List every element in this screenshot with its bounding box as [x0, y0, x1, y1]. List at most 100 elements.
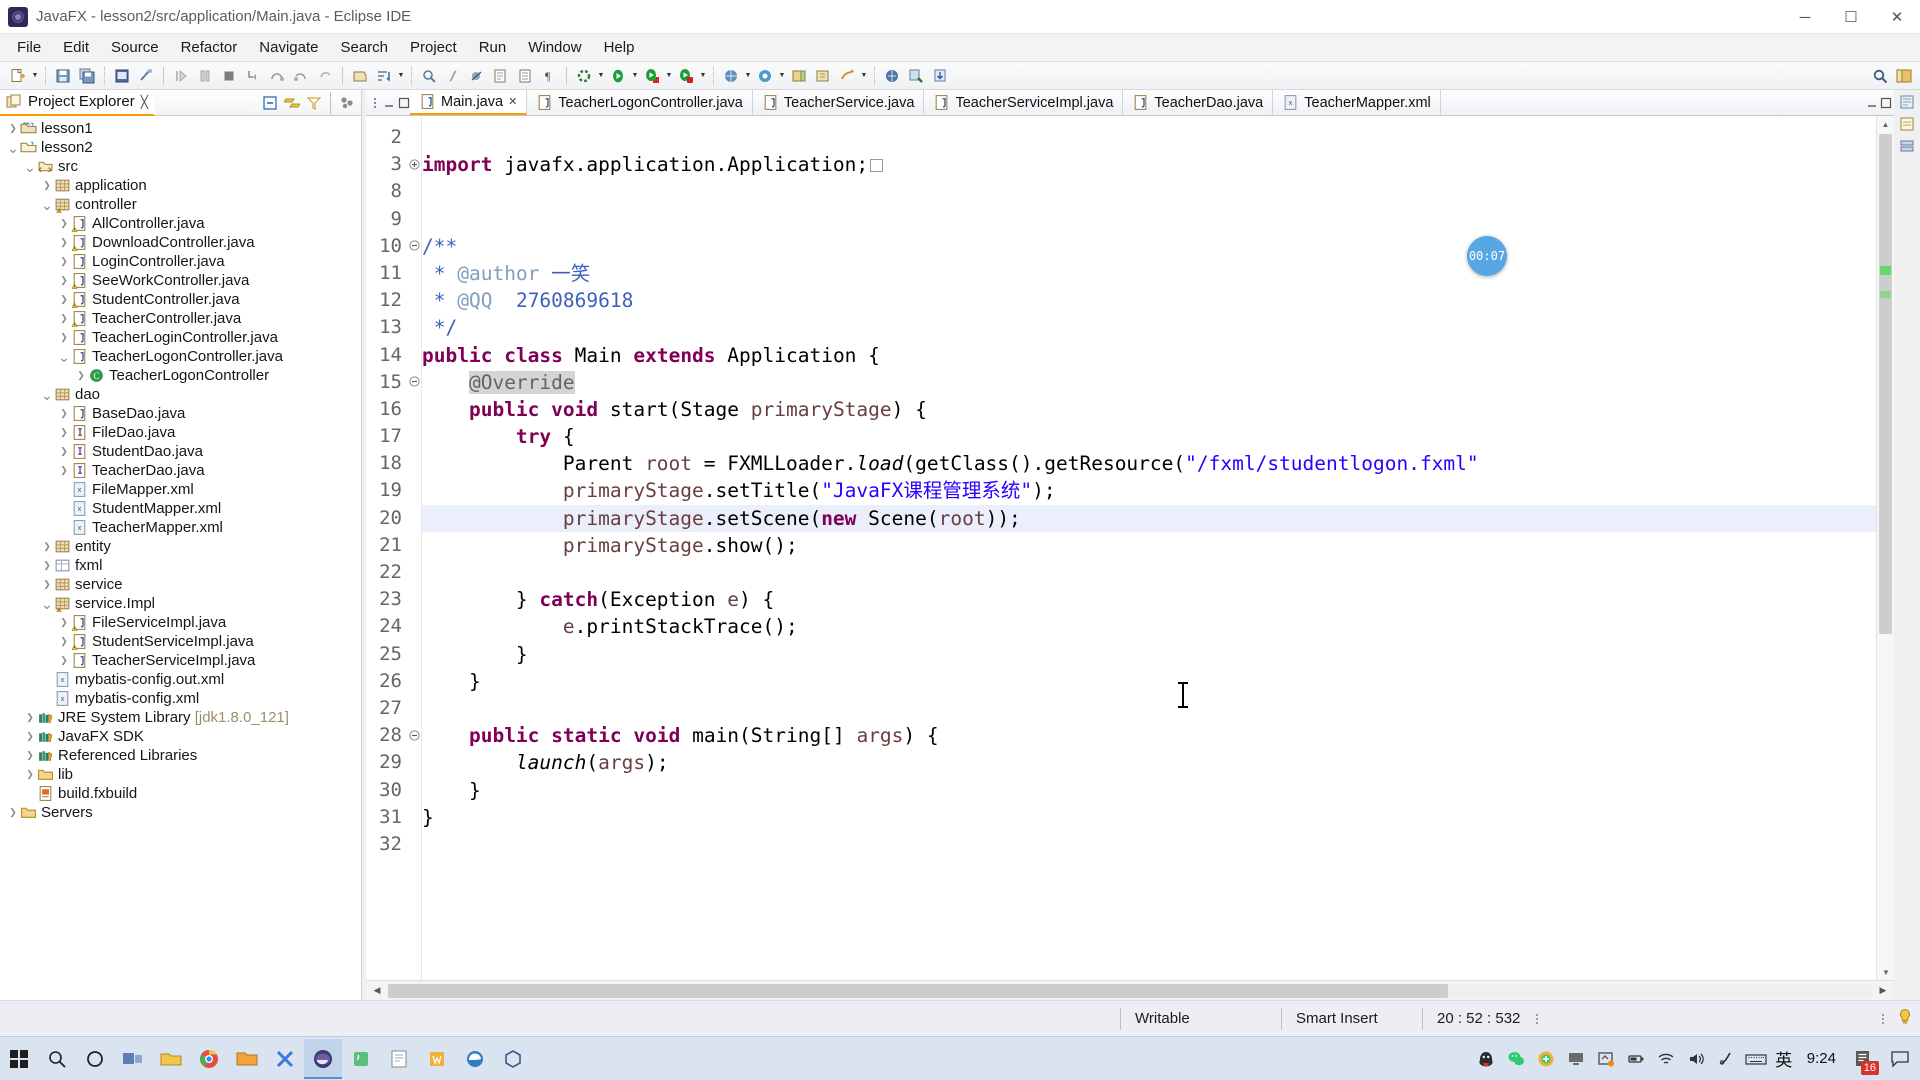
chevron-right-icon[interactable]: ❯ [57, 328, 71, 347]
tree-item[interactable]: ❯ StudentDao.java [0, 442, 361, 461]
search-reference-icon[interactable] [418, 65, 440, 87]
editor-horizontal-scrollbar[interactable]: ◀ ▶ [366, 980, 1894, 1000]
list-icon[interactable] [514, 65, 536, 87]
keyboard-icon[interactable] [1741, 1037, 1771, 1080]
chevron-right-icon[interactable]: ❯ [57, 461, 71, 480]
tree-item[interactable]: ❯ Referenced Libraries [0, 746, 361, 765]
chevron-right-icon[interactable]: ❯ [57, 632, 71, 651]
box-icon[interactable] [494, 1039, 532, 1079]
chevron-down-icon[interactable]: ⌄ [57, 347, 71, 366]
tree-item[interactable]: ❯ C TeacherLogonController [0, 366, 361, 385]
chevron-right-icon[interactable]: ❯ [57, 404, 71, 423]
new-window-icon[interactable] [720, 65, 742, 87]
scroll-right-icon[interactable]: ▶ [1872, 985, 1894, 996]
maximize-button[interactable]: ☐ [1828, 0, 1874, 34]
tree-item[interactable]: x FileMapper.xml [0, 480, 361, 499]
tree-item[interactable]: ❯ Servers [0, 803, 361, 822]
menu-help[interactable]: Help [593, 36, 646, 59]
code-line[interactable]: } catch(Exception e) { [422, 586, 1876, 613]
outline-view-icon[interactable] [1899, 94, 1915, 110]
code-line[interactable]: import javafx.application.Application; [422, 151, 1876, 178]
code-editor[interactable]: 2 3 8 9 10 11 12 13 14 15 16 17 18 19 20 21 22 23 24 25 26 27… [366, 116, 1894, 980]
chevron-down-icon[interactable]: ⌄ [40, 385, 54, 404]
perspective-switcher-icon[interactable] [1893, 65, 1915, 87]
scroll-left-icon[interactable]: ◀ [366, 985, 388, 996]
undo-step-icon[interactable] [314, 65, 336, 87]
run-configurations-icon[interactable] [675, 65, 697, 87]
code-line[interactable]: * @QQ 2760869618 [422, 287, 1876, 314]
chevron-down-icon[interactable]: ⌄ [40, 594, 54, 613]
horizontal-scroll-track[interactable] [388, 983, 1872, 998]
tree-item[interactable]: ⌄ service.Impl [0, 594, 361, 613]
chevron-right-icon[interactable]: ❯ [40, 176, 54, 195]
tree-item[interactable]: ❯ SeeWorkController.java [0, 271, 361, 290]
back-dropdown-icon[interactable]: ▼ [859, 65, 869, 87]
explorer-icon[interactable] [152, 1039, 190, 1079]
menu-project[interactable]: Project [399, 36, 468, 59]
ime-indicator[interactable]: 英 [1771, 1037, 1797, 1080]
editor-tab-teacherservice-java[interactable]: TeacherService.java [753, 90, 925, 115]
taskbar-clock[interactable]: 9:24 [1797, 1050, 1846, 1067]
java-project-icon[interactable] [111, 65, 133, 87]
tree-item[interactable]: ❯ JavaFX SDK [0, 727, 361, 746]
run-configurations-dropdown-icon[interactable]: ▼ [698, 65, 708, 87]
tree-item[interactable]: ❯ lesson1 [0, 119, 361, 138]
close-icon[interactable]: ╳ [141, 95, 148, 109]
folding-gutter[interactable] [408, 116, 422, 980]
close-button[interactable]: ✕ [1874, 0, 1920, 34]
editor-tab-teacherlogoncontroller-java[interactable]: TeacherLogonController.java [527, 90, 753, 115]
new-java-class-icon[interactable] [490, 65, 512, 87]
tree-item[interactable]: ⌄ controller [0, 195, 361, 214]
new-wizard-icon[interactable] [7, 65, 29, 87]
windows-start-icon[interactable] [0, 1039, 38, 1079]
step-over-icon[interactable] [266, 65, 288, 87]
tree-item[interactable]: ⌄ src [0, 157, 361, 176]
search-icon[interactable] [1869, 65, 1891, 87]
editor-vertical-scrollbar[interactable]: ▲ ▼ [1876, 116, 1894, 980]
chevron-down-icon[interactable]: ⌄ [6, 138, 20, 157]
code-line[interactable] [422, 206, 1876, 233]
notepad-icon[interactable] [380, 1039, 418, 1079]
debug-terminate-icon[interactable] [218, 65, 240, 87]
link-with-editor-icon[interactable] [282, 93, 302, 113]
word-icon[interactable] [418, 1039, 456, 1079]
tree-item[interactable]: ❯ TeacherLoginController.java [0, 328, 361, 347]
maximize-editor-icon[interactable] [1880, 97, 1892, 109]
wechat-icon[interactable] [1501, 1037, 1531, 1080]
chevron-right-icon[interactable]: ❯ [57, 423, 71, 442]
chevron-down-icon[interactable]: ⌄ [23, 157, 37, 176]
vertical-scroll-thumb[interactable] [1879, 134, 1892, 634]
tree-item[interactable]: ❯ TeacherDao.java [0, 461, 361, 480]
chevron-right-icon[interactable]: ❯ [40, 537, 54, 556]
run-as-icon[interactable] [641, 65, 663, 87]
chrome-icon[interactable] [190, 1039, 228, 1079]
chevron-right-icon[interactable]: ❯ [57, 651, 71, 670]
folder-icon[interactable] [228, 1039, 266, 1079]
source-code[interactable]: import javafx.application.Application; /… [422, 116, 1876, 980]
scroll-down-icon[interactable]: ▼ [1877, 964, 1894, 980]
chevron-right-icon[interactable]: ❯ [6, 119, 20, 138]
tree-item[interactable]: x mybatis-config.out.xml [0, 670, 361, 689]
scroll-up-icon[interactable]: ▲ [1877, 116, 1894, 132]
chevron-right-icon[interactable]: ❯ [23, 765, 37, 784]
tree-item[interactable]: ❯ entity [0, 537, 361, 556]
chevron-right-icon[interactable]: ❯ [23, 708, 37, 727]
code-line[interactable] [422, 559, 1876, 586]
editor-tab-teacherdao-java[interactable]: TeacherDao.java [1123, 90, 1274, 115]
menu-window[interactable]: Window [517, 36, 592, 59]
edge-icon[interactable] [456, 1039, 494, 1079]
tree-item[interactable]: ❯ BaseDao.java [0, 404, 361, 423]
tree-item[interactable]: ❯ service [0, 575, 361, 594]
chevron-right-icon[interactable]: ❯ [57, 309, 71, 328]
tree-item[interactable]: x mybatis-config.xml [0, 689, 361, 708]
code-line[interactable] [422, 178, 1876, 205]
external-tools-dropdown-icon[interactable]: ▼ [596, 65, 606, 87]
editor-tab-teachermapper-xml[interactable]: x TeacherMapper.xml [1273, 90, 1441, 115]
screen-recorder-bubble[interactable]: 00:07 [1467, 236, 1507, 276]
notification-icon[interactable]: 16 [1846, 1037, 1880, 1080]
new-editor-icon[interactable] [754, 65, 776, 87]
view-menu-filter-icon[interactable] [304, 93, 324, 113]
code-line[interactable]: primaryStage.setScene(new Scene(root)); [422, 504, 1876, 532]
code-line[interactable]: /** [422, 233, 1876, 260]
menu-search[interactable]: Search [329, 36, 399, 59]
